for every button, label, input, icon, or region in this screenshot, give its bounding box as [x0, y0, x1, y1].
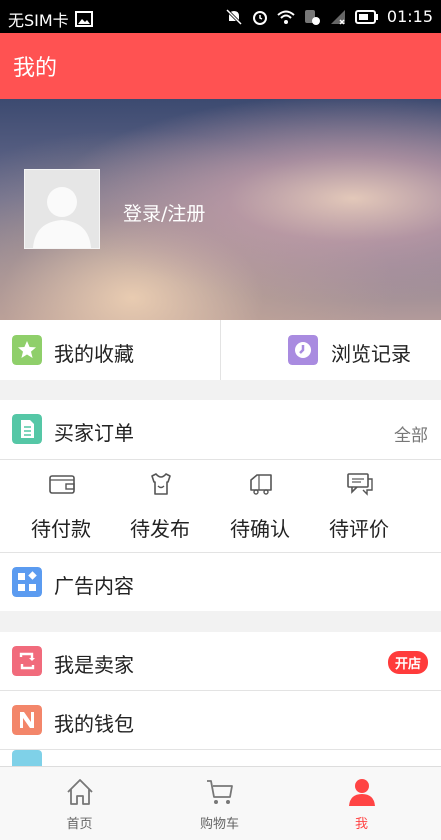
- buyer-orders-title: 买家订单: [54, 421, 134, 445]
- ads-row[interactable]: 广告内容: [0, 553, 441, 611]
- shirt-icon: [151, 473, 171, 495]
- favorites-button[interactable]: 我的收藏: [0, 320, 220, 380]
- history-label: 浏览记录: [331, 342, 411, 366]
- login-register-link[interactable]: 登录/注册: [123, 199, 205, 226]
- order-status-grid: 待付款 待发布 待确认 待评价: [0, 460, 441, 552]
- seller-row[interactable]: 我是卖家 开店: [0, 632, 441, 690]
- seller-label: 我是卖家: [54, 653, 134, 677]
- carrier-text: 无SIM卡: [8, 11, 69, 30]
- battery-icon: [354, 9, 378, 24]
- n-icon: [12, 705, 42, 735]
- alarm-icon: [252, 10, 267, 25]
- signal-icon: [330, 9, 345, 25]
- home-icon: [67, 779, 93, 805]
- tab-me-label: 我: [354, 817, 368, 832]
- history-icon: [288, 335, 318, 365]
- partial-row: [0, 750, 441, 766]
- vertical-divider: [220, 320, 221, 380]
- pending-publish-label: 待发布: [130, 517, 190, 541]
- history-button[interactable]: 浏览记录: [221, 320, 441, 380]
- wallet-icon: [49, 475, 75, 494]
- person-icon: [349, 779, 375, 806]
- repeat-icon: [12, 646, 42, 676]
- clock: 01:15: [386, 7, 433, 26]
- tab-cart[interactable]: 购物车: [146, 767, 293, 840]
- tab-me[interactable]: 我: [288, 767, 435, 840]
- pending-payment-button[interactable]: 待付款: [16, 460, 106, 552]
- wallet-label: 我的钱包: [54, 712, 134, 736]
- partial-row-icon: [12, 750, 42, 766]
- favorites-label: 我的收藏: [54, 342, 134, 366]
- all-orders-link[interactable]: 全部: [394, 421, 428, 446]
- status-bar: 无SIM卡 01:15: [0, 0, 441, 33]
- star-icon: [12, 335, 42, 365]
- avatar[interactable]: [24, 169, 100, 249]
- default-avatar-icon: [33, 187, 91, 248]
- image-icon: [74, 11, 93, 27]
- ads-label: 广告内容: [54, 574, 134, 598]
- wifi-icon: [277, 10, 295, 24]
- pending-review-button[interactable]: 待评价: [314, 460, 404, 552]
- buyer-orders-header[interactable]: 买家订单 全部: [0, 400, 441, 459]
- page-title: 我的: [13, 56, 58, 81]
- cart-icon: [207, 780, 233, 804]
- open-store-badge[interactable]: 开店: [387, 651, 428, 674]
- pending-publish-button[interactable]: 待发布: [115, 460, 205, 552]
- profile-banner: 登录/注册: [0, 99, 441, 320]
- grid-icon: [12, 567, 42, 597]
- pending-review-label: 待评价: [329, 517, 389, 541]
- bottom-nav: 首页 购物车 我: [0, 766, 441, 840]
- pending-payment-label: 待付款: [31, 517, 91, 541]
- mute-bell-icon: [225, 8, 242, 25]
- truck-icon: [250, 474, 272, 495]
- tab-home-label: 首页: [66, 817, 93, 832]
- comment-icon: [347, 473, 373, 496]
- document-icon: [12, 414, 42, 444]
- wallet-row[interactable]: 我的钱包: [0, 691, 441, 749]
- pending-confirm-label: 待确认: [230, 517, 290, 541]
- title-bar: 我的: [0, 33, 441, 99]
- tab-cart-label: 购物车: [199, 817, 239, 832]
- tab-home[interactable]: 首页: [6, 767, 153, 840]
- data-off-icon: [304, 9, 320, 25]
- pending-confirm-button[interactable]: 待确认: [215, 460, 305, 552]
